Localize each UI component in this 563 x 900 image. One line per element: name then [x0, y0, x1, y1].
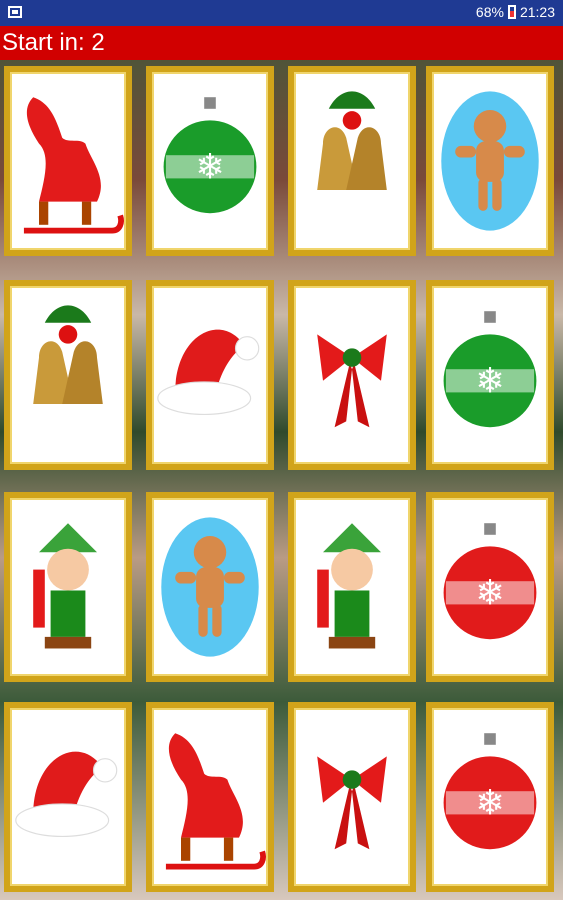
card-sleigh[interactable]	[4, 66, 132, 256]
card-red-ornament[interactable]: ❄	[426, 492, 554, 682]
status-bar: 68% 21:23	[0, 0, 563, 26]
green-ornament-icon: ❄	[152, 72, 268, 250]
svg-text:❄: ❄	[475, 361, 504, 400]
green-ornament-icon: ❄	[432, 286, 548, 464]
countdown-bar: Start in: 2	[0, 26, 563, 60]
svg-text:❄: ❄	[195, 147, 224, 186]
bells-icon	[10, 286, 126, 464]
card-sleigh[interactable]	[146, 702, 274, 892]
bells-icon	[294, 72, 410, 250]
battery-icon	[507, 5, 516, 19]
card-green-ornament[interactable]: ❄	[146, 66, 274, 256]
gingerbread-icon	[432, 72, 548, 250]
santa-hat-icon	[152, 286, 268, 464]
sleigh-icon	[152, 708, 268, 886]
sleigh-icon	[10, 72, 126, 250]
card-red-ornament[interactable]: ❄	[426, 702, 554, 892]
card-bow[interactable]	[288, 280, 416, 470]
bow-icon	[294, 708, 410, 886]
svg-text:❄: ❄	[475, 783, 504, 822]
card-green-ornament[interactable]: ❄	[426, 280, 554, 470]
card-board: ❄ ❄ ❄ ❄	[0, 66, 563, 900]
gallery-icon	[8, 6, 22, 18]
red-ornament-icon: ❄	[432, 708, 548, 886]
countdown-text: Start in: 2	[2, 29, 105, 56]
elf-icon	[10, 498, 126, 676]
card-elf[interactable]	[288, 492, 416, 682]
status-right: 68% 21:23	[476, 4, 555, 20]
gingerbread-icon	[152, 498, 268, 676]
clock: 21:23	[519, 4, 555, 20]
card-bells[interactable]	[4, 280, 132, 470]
card-gingerbread[interactable]	[426, 66, 554, 256]
santa-hat-icon	[10, 708, 126, 886]
battery-percent: 68%	[475, 4, 504, 20]
card-bells[interactable]	[288, 66, 416, 256]
bow-icon	[294, 286, 410, 464]
elf-icon	[294, 498, 410, 676]
card-gingerbread[interactable]	[146, 492, 274, 682]
svg-text:❄: ❄	[475, 573, 504, 612]
card-bow[interactable]	[288, 702, 416, 892]
card-santa-hat[interactable]	[146, 280, 274, 470]
card-santa-hat[interactable]	[4, 702, 132, 892]
red-ornament-icon: ❄	[432, 498, 548, 676]
card-elf[interactable]	[4, 492, 132, 682]
